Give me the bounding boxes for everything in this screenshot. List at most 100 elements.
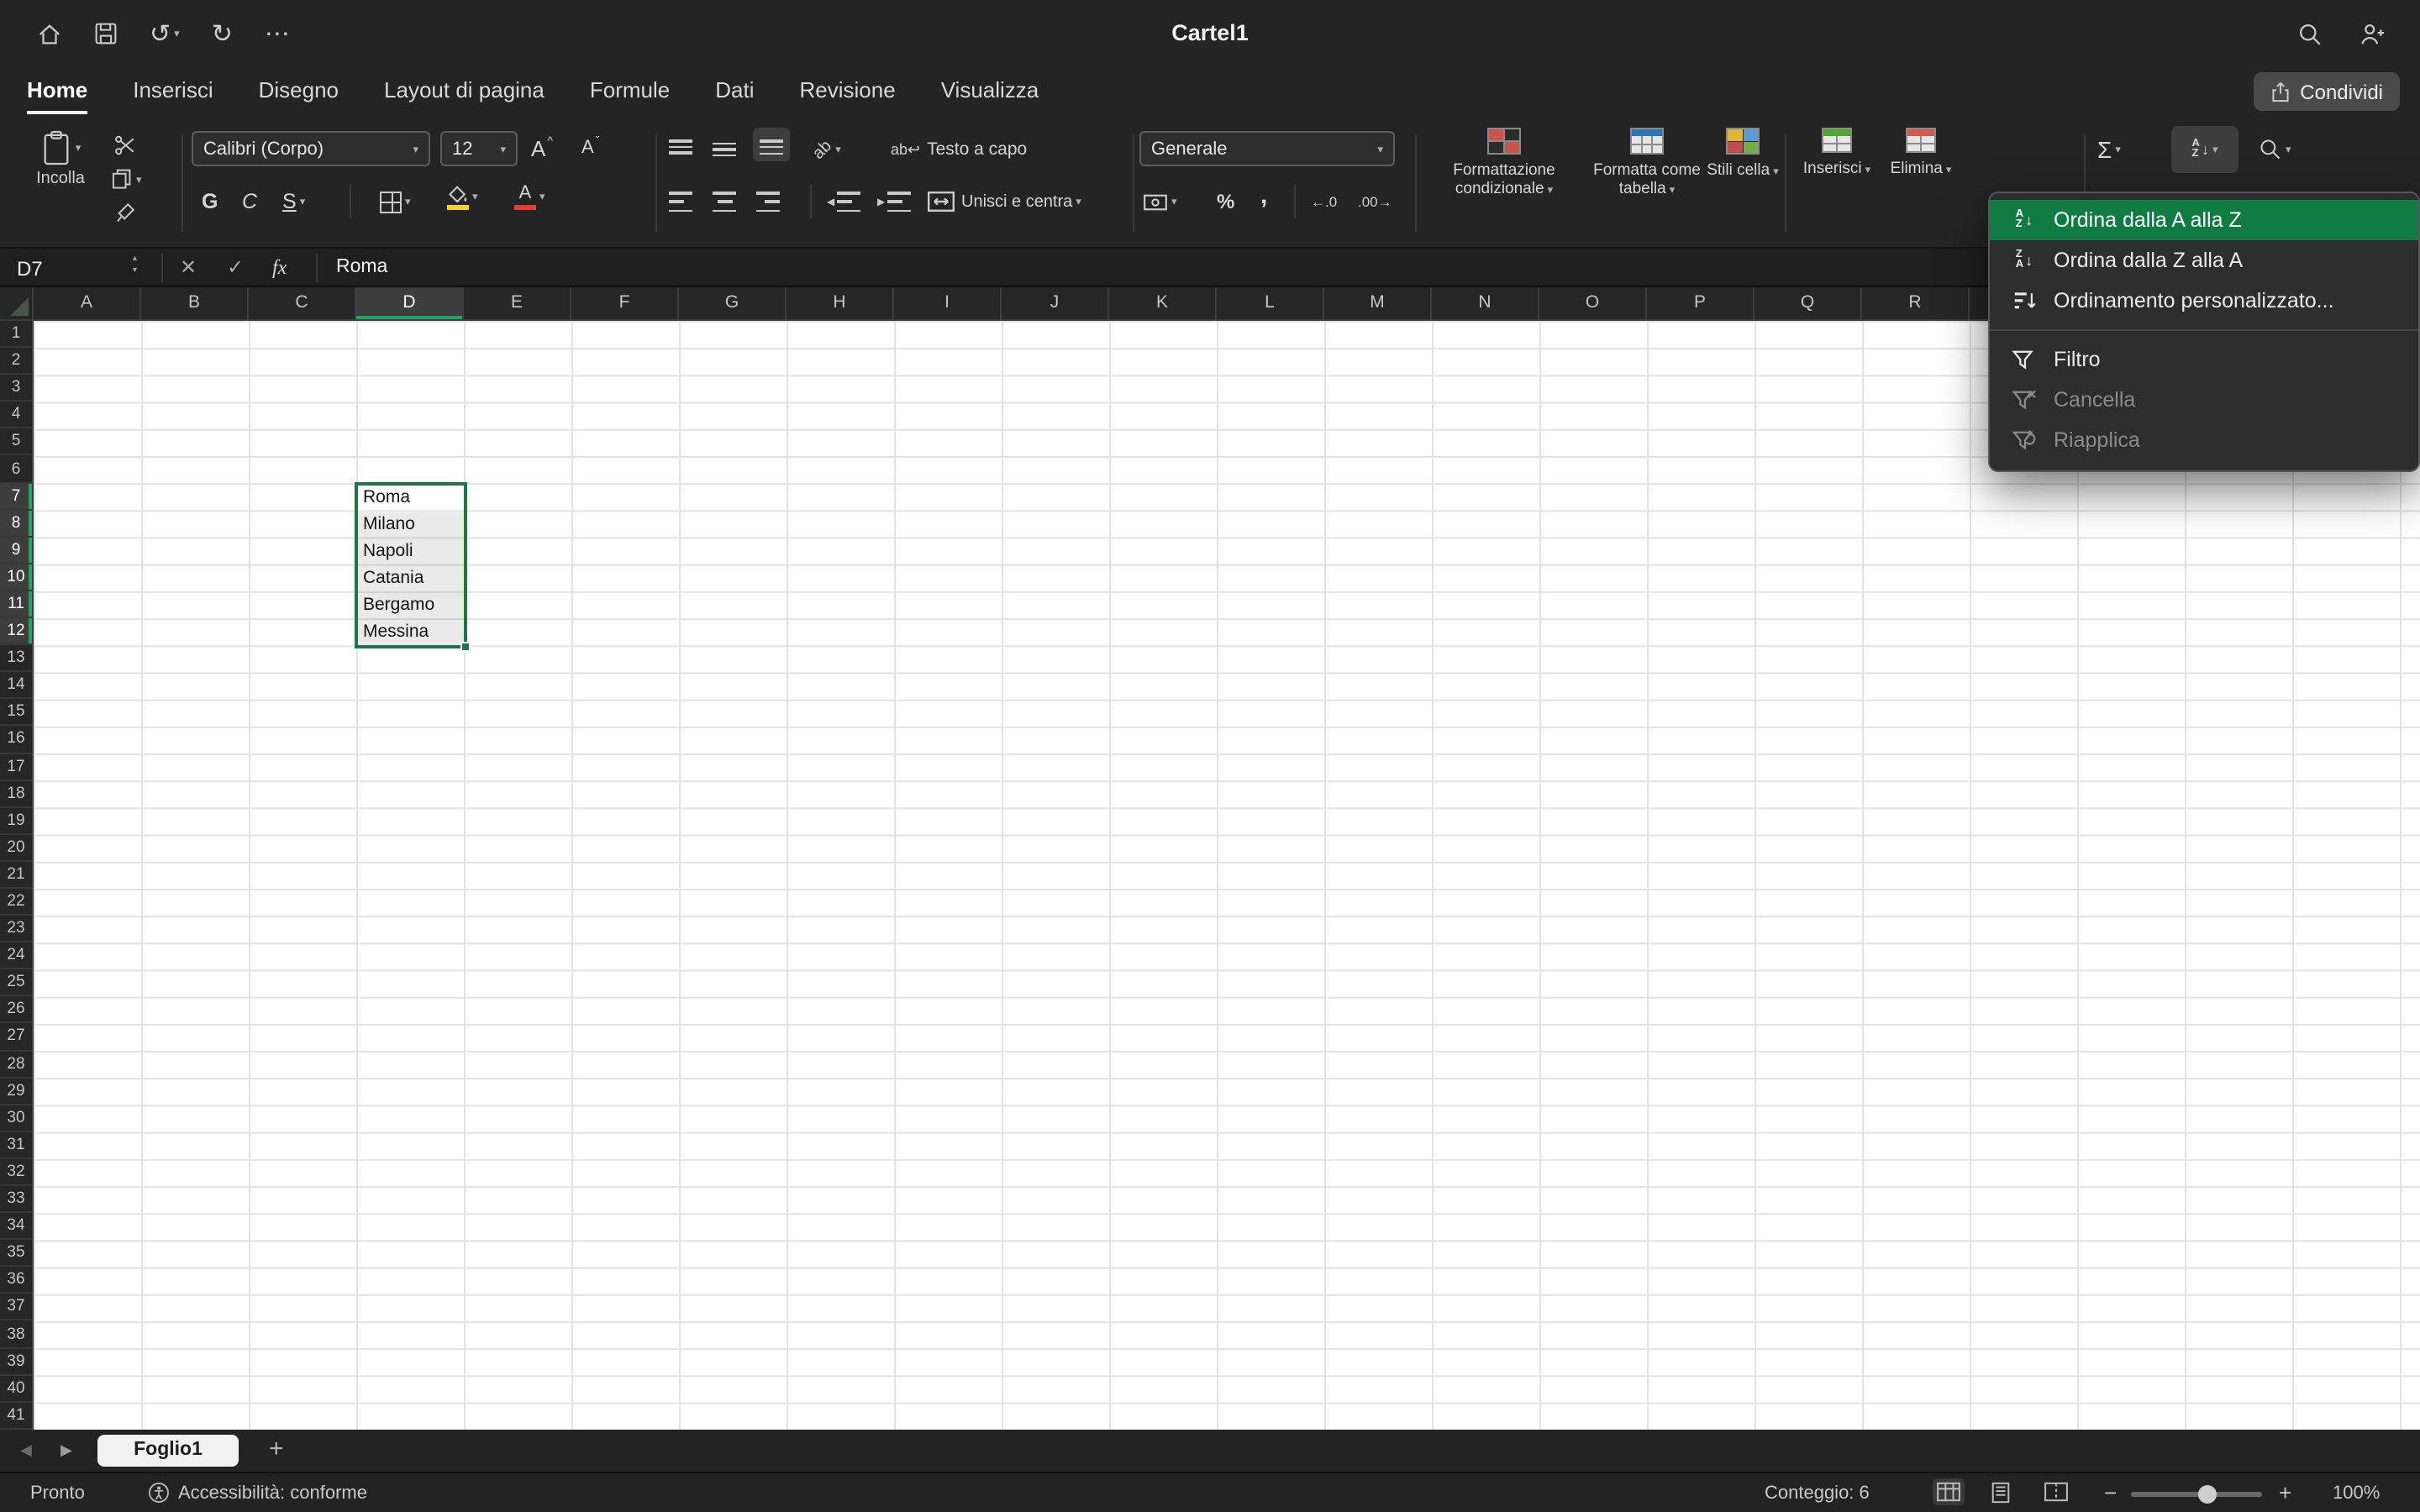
search-icon[interactable]: [2297, 21, 2323, 46]
increase-decimal-button[interactable]: ←.0: [1311, 185, 1337, 218]
bold-button[interactable]: G: [202, 185, 218, 218]
row-header-12[interactable]: 12: [0, 618, 32, 645]
row-header-28[interactable]: 28: [0, 1051, 32, 1078]
row-header-32[interactable]: 32: [0, 1159, 32, 1186]
row-header-23[interactable]: 23: [0, 916, 32, 942]
italic-button[interactable]: C: [242, 185, 257, 218]
row-header-7[interactable]: 7: [0, 483, 32, 510]
cut-button[interactable]: [114, 134, 136, 156]
selection-count[interactable]: Conteggio: 6: [1765, 1473, 1870, 1512]
column-header-f[interactable]: F: [571, 287, 679, 319]
column-header-c[interactable]: C: [249, 287, 356, 319]
cell-grid[interactable]: RomaMilanoNapoliCataniaBergamoMessina: [34, 321, 2420, 1430]
formula-value[interactable]: Roma: [336, 249, 387, 287]
autosum-button[interactable]: Σ▾: [2097, 133, 2121, 166]
fill-color-button[interactable]: ▾: [447, 180, 478, 213]
ribbon-tab-disegno[interactable]: Disegno: [259, 67, 339, 118]
add-sheet-button[interactable]: +: [269, 1430, 284, 1472]
menu-item-filtro[interactable]: Filtro: [1990, 339, 2418, 380]
menu-item-ordinamento-personalizzato[interactable]: Ordinamento personalizzato...: [1990, 281, 2418, 321]
row-header-20[interactable]: 20: [0, 835, 32, 862]
share-button[interactable]: Condividi: [2253, 72, 2400, 111]
zoom-slider-knob[interactable]: [2198, 1484, 2217, 1503]
column-header-m[interactable]: M: [1324, 287, 1432, 319]
row-header-8[interactable]: 8: [0, 510, 32, 537]
copy-button[interactable]: ▾: [111, 168, 142, 190]
font-color-button[interactable]: A▾: [514, 180, 545, 213]
comma-style-button[interactable]: ,: [1260, 185, 1267, 218]
menu-item-ordina-dalla-z-alla-a[interactable]: ZA↓Ordina dalla Z alla A: [1990, 240, 2418, 281]
font-size-select[interactable]: 12▾: [440, 131, 518, 166]
row-header-27[interactable]: 27: [0, 1024, 32, 1051]
align-center-button[interactable]: [713, 185, 736, 218]
row-header-37[interactable]: 37: [0, 1294, 32, 1321]
align-middle-button[interactable]: [713, 133, 736, 166]
menu-item-ordina-dalla-a-alla-z[interactable]: AZ↓Ordina dalla A alla Z: [1990, 200, 2418, 240]
column-header-p[interactable]: P: [1647, 287, 1754, 319]
column-header-d[interactable]: D: [356, 287, 464, 319]
row-header-5[interactable]: 5: [0, 429, 32, 456]
find-select-button[interactable]: ▾: [2259, 133, 2291, 166]
ribbon-tab-dati[interactable]: Dati: [715, 67, 754, 118]
normal-view-icon[interactable]: [1933, 1478, 1965, 1505]
conditional-formatting-button[interactable]: Formattazione condizionale▾: [1418, 128, 1590, 200]
row-header-14[interactable]: 14: [0, 672, 32, 699]
sheet-tab-foglio1[interactable]: Foglio1: [97, 1435, 239, 1467]
number-format-select[interactable]: Generale▾: [1139, 131, 1395, 166]
name-box[interactable]: D7 ▲▼: [0, 249, 161, 287]
row-header-34[interactable]: 34: [0, 1213, 32, 1240]
column-header-o[interactable]: O: [1539, 287, 1647, 319]
row-header-24[interactable]: 24: [0, 942, 32, 969]
column-header-q[interactable]: Q: [1754, 287, 1862, 319]
page-break-view-icon[interactable]: [2044, 1482, 2069, 1502]
row-header-19[interactable]: 19: [0, 807, 32, 834]
delete-cells-button[interactable]: Elimina▾: [1882, 128, 1960, 180]
row-header-18[interactable]: 18: [0, 780, 32, 807]
ribbon-tab-home[interactable]: Home: [27, 67, 87, 118]
ribbon-tab-inserisci[interactable]: Inserisci: [133, 67, 213, 118]
fill-handle[interactable]: [460, 642, 471, 652]
row-header-17[interactable]: 17: [0, 753, 32, 780]
paste-button[interactable]: ▾ Incolla: [20, 129, 101, 188]
row-header-13[interactable]: 13: [0, 645, 32, 672]
merge-center-button[interactable]: Unisci e centra▾: [928, 185, 1081, 218]
column-header-r[interactable]: R: [1862, 287, 1970, 319]
format-painter-button[interactable]: [114, 202, 136, 223]
row-header-35[interactable]: 35: [0, 1240, 32, 1267]
row-header-40[interactable]: 40: [0, 1375, 32, 1402]
align-top-button[interactable]: [669, 133, 692, 166]
row-header-25[interactable]: 25: [0, 970, 32, 997]
row-header-39[interactable]: 39: [0, 1348, 32, 1375]
name-box-stepper[interactable]: ▲▼: [131, 255, 139, 274]
row-header-22[interactable]: 22: [0, 889, 32, 916]
currency-button[interactable]: ▾: [1143, 185, 1177, 218]
column-header-e[interactable]: E: [464, 287, 571, 319]
accessibility-status[interactable]: Accessibilità: conforme: [178, 1473, 367, 1512]
column-header-j[interactable]: J: [1002, 287, 1109, 319]
increase-indent-button[interactable]: ▶: [877, 185, 910, 218]
row-header-36[interactable]: 36: [0, 1268, 32, 1294]
align-left-button[interactable]: [669, 185, 692, 218]
row-header-21[interactable]: 21: [0, 862, 32, 889]
ribbon-tab-layout-di-pagina[interactable]: Layout di pagina: [384, 67, 544, 118]
insert-cells-button[interactable]: Inserisci▾: [1795, 128, 1879, 180]
page-layout-view-icon[interactable]: [1990, 1482, 2012, 1504]
align-bottom-button[interactable]: [753, 128, 790, 161]
column-header-h[interactable]: H: [786, 287, 894, 319]
increase-font-size-button[interactable]: A^: [531, 131, 553, 165]
percent-button[interactable]: %: [1217, 185, 1234, 218]
decrease-indent-button[interactable]: ◀: [827, 185, 860, 218]
column-header-i[interactable]: I: [894, 287, 1002, 319]
row-header-16[interactable]: 16: [0, 727, 32, 753]
wrap-text-button[interactable]: ab↩Testo a capo: [891, 133, 1027, 166]
sheet-nav-left-icon[interactable]: ◀: [20, 1430, 32, 1472]
row-header-33[interactable]: 33: [0, 1186, 32, 1213]
row-header-26[interactable]: 26: [0, 997, 32, 1024]
cancel-entry-icon[interactable]: ✕: [180, 249, 197, 287]
row-header-6[interactable]: 6: [0, 456, 32, 483]
underline-button[interactable]: S▾: [282, 185, 305, 218]
row-header-15[interactable]: 15: [0, 700, 32, 727]
cell-styles-button[interactable]: Stili cella▾: [1704, 128, 1781, 181]
align-right-button[interactable]: [756, 185, 780, 218]
column-header-k[interactable]: K: [1109, 287, 1217, 319]
